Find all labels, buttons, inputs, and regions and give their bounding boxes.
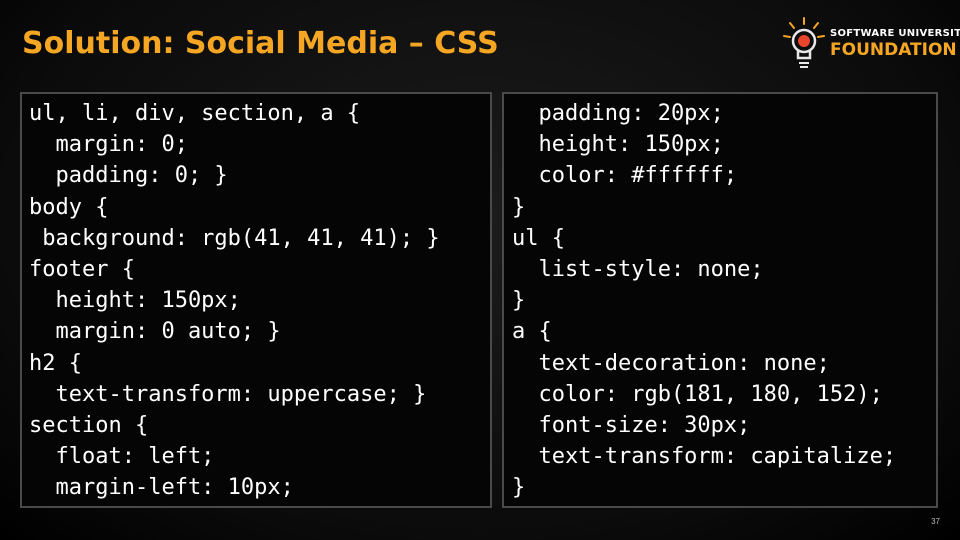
code-line: ul, li, div, section, a { <box>29 101 361 126</box>
code-line: text-transform: uppercase; } <box>29 381 427 407</box>
code-line: margin-left: 10px; <box>29 475 294 501</box>
code-line: margin: 0; <box>29 132 188 158</box>
code-line: height: 150px; <box>512 132 724 158</box>
code-line: list-style: none; <box>512 256 764 282</box>
code-line: font-size: 30px; <box>512 412 751 438</box>
code-block-left: ul, li, div, section, a { margin: 0; pad… <box>20 92 492 508</box>
code-line: height: 150px; <box>29 288 241 314</box>
code-line: } <box>512 194 526 220</box>
software-university-logo: SOFTWARE UNIVERSITY FOUNDATION <box>780 14 960 74</box>
code-line: text-transform: capitalize; <box>512 444 897 470</box>
lightbulb-icon <box>783 17 825 68</box>
code-line: } <box>512 475 526 501</box>
logo-top-text: SOFTWARE UNIVERSITY <box>830 28 960 39</box>
code-line: color: rgb(181, 180, 152); <box>512 381 883 407</box>
page-number: 37 <box>931 517 940 526</box>
code-line: ul { <box>512 225 565 251</box>
code-line: color: #ffffff; <box>512 163 738 189</box>
code-line: padding: 0; } <box>29 163 228 189</box>
code-line: float: left; <box>29 444 215 470</box>
code-line: padding: 20px; <box>512 101 724 126</box>
code-line: footer { <box>29 256 135 282</box>
code-line: } <box>512 288 526 314</box>
code-line: a { <box>512 319 552 345</box>
code-line: body { <box>29 194 109 220</box>
slide-title: Solution: Social Media – CSS <box>22 26 499 61</box>
code-line: margin: 0 auto; } <box>29 319 281 345</box>
code-block-right: padding: 20px; height: 150px; color: #ff… <box>502 92 938 508</box>
code-line: section { <box>29 412 149 438</box>
code-line: text-decoration: none; <box>512 350 830 376</box>
code-line: h2 { <box>29 350 82 376</box>
code-line: background: rgb(41, 41, 41); } <box>29 225 440 251</box>
logo-bottom-text: FOUNDATION <box>830 40 957 60</box>
